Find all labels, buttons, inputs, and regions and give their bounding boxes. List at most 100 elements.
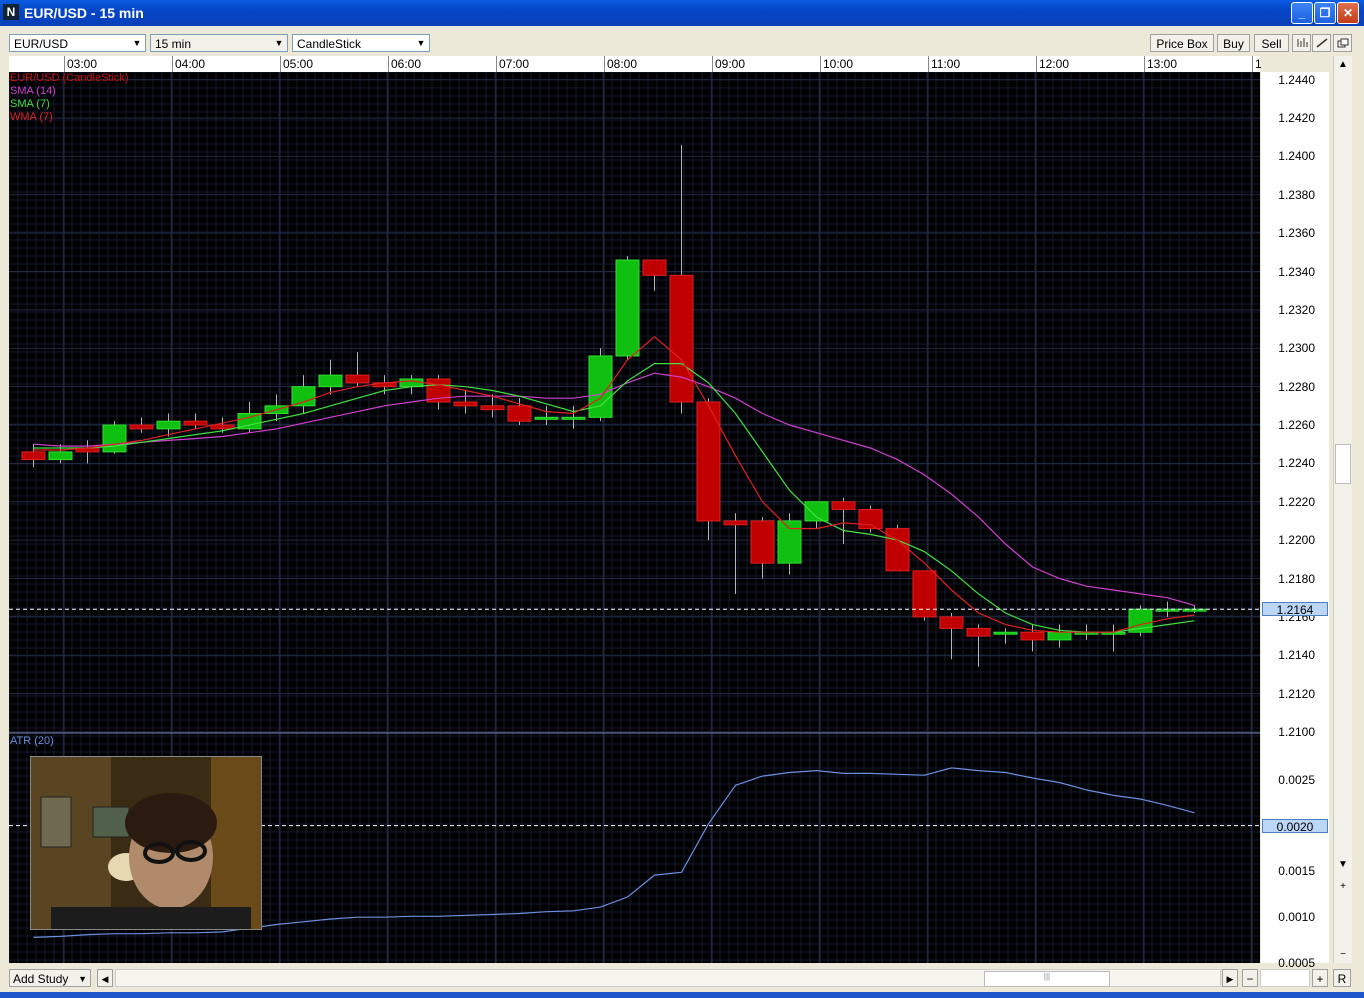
restore-button[interactable]: ❐ xyxy=(1314,2,1336,24)
zoom-in-icon[interactable]: + xyxy=(1334,878,1352,895)
symbol-select[interactable]: EUR/USD ▼ xyxy=(9,34,146,52)
candle-down xyxy=(21,451,46,461)
candle-down xyxy=(642,259,667,276)
legend-sma14: SMA (14) xyxy=(10,85,56,97)
atr-tick-label: 0.0010 xyxy=(1278,910,1315,925)
price-tick-label: 1.2400 xyxy=(1278,149,1315,164)
scroll-up-icon[interactable]: ▲ xyxy=(1334,56,1352,73)
candle-up xyxy=(399,378,424,388)
add-study-label: Add Study xyxy=(13,972,69,986)
price-tick-label: 1.2220 xyxy=(1278,494,1315,509)
zoom-slider[interactable] xyxy=(1260,969,1310,987)
candle-down xyxy=(723,520,748,526)
price-tick-label: 1.2260 xyxy=(1278,418,1315,433)
time-tick-label: 09:00 xyxy=(715,57,746,71)
reset-button[interactable]: R xyxy=(1333,969,1351,987)
time-tick-label: 11:00 xyxy=(931,57,961,71)
atr-current-box: 0.0020 xyxy=(1262,818,1328,834)
candle-down xyxy=(210,424,235,430)
vertical-scrollbar[interactable]: ▲ ▼ + − xyxy=(1333,56,1352,963)
interval-select[interactable]: 15 min ▼ xyxy=(150,34,288,52)
price-tick-label: 1.2360 xyxy=(1278,226,1315,241)
price-tick-label: 1.2180 xyxy=(1278,571,1315,586)
current-price-value: 1.2164 xyxy=(1276,603,1314,618)
atr-tick-label: 0.0015 xyxy=(1278,864,1315,879)
time-tick-label: 07:00 xyxy=(499,57,530,71)
candle-down xyxy=(507,405,532,422)
status-strip xyxy=(0,992,1364,998)
interval-value: 15 min xyxy=(155,37,192,51)
bar-chart-icon[interactable] xyxy=(1292,34,1311,52)
candle-down xyxy=(129,424,154,430)
horizontal-scrollbar[interactable]: ||| xyxy=(115,969,1221,987)
time-tick xyxy=(1036,56,1037,72)
price-tick-label: 1.2100 xyxy=(1278,725,1315,739)
price-tick-label: 1.2240 xyxy=(1278,456,1315,471)
candle-down xyxy=(858,508,883,530)
chevron-down-icon: ▼ xyxy=(78,974,87,984)
candle-up xyxy=(993,631,1018,635)
time-tick xyxy=(64,56,65,72)
price-tick-label: 1.2140 xyxy=(1278,648,1315,663)
time-tick xyxy=(928,56,929,72)
detach-window-icon[interactable] xyxy=(1333,34,1352,52)
scroll-down-icon[interactable]: ▼ xyxy=(1334,856,1352,873)
minimize-button[interactable]: _ xyxy=(1291,2,1313,24)
legend-sma7: SMA (7) xyxy=(10,98,50,110)
time-tick-label: 12:00 xyxy=(1039,57,1070,71)
legend-candlestick: EUR/USD (CandleStick) xyxy=(10,72,129,84)
candle-up xyxy=(534,416,559,420)
price-tick-label: 1.2280 xyxy=(1278,379,1315,394)
candle-down xyxy=(1020,631,1045,641)
line-draw-icon[interactable] xyxy=(1312,34,1331,52)
scroll-left-icon[interactable]: ◀ xyxy=(97,969,113,987)
scroll-right-icon[interactable]: ▶ xyxy=(1222,969,1238,987)
candle-up xyxy=(102,424,127,453)
time-tick xyxy=(388,56,389,72)
webcam-image xyxy=(31,757,261,929)
candle-down xyxy=(939,616,964,629)
price-box-button[interactable]: Price Box xyxy=(1150,34,1214,52)
time-tick xyxy=(1252,56,1253,72)
chart-style-select[interactable]: CandleStick ▼ xyxy=(292,34,430,52)
horizontal-scroll-thumb[interactable]: ||| xyxy=(984,971,1110,987)
time-tick xyxy=(604,56,605,72)
sell-button[interactable]: Sell xyxy=(1254,34,1289,52)
atr-tick-label: 0.0025 xyxy=(1278,772,1315,787)
price-tick-label: 1.2200 xyxy=(1278,533,1315,548)
time-tick-label: 05:00 xyxy=(283,57,314,71)
candle-down xyxy=(480,405,505,411)
candle-down xyxy=(183,420,208,426)
atr-current-value: 0.0020 xyxy=(1276,819,1314,834)
candle-down xyxy=(750,520,775,564)
zoom-out-icon[interactable]: − xyxy=(1334,946,1352,963)
candle-up xyxy=(804,501,829,522)
buy-button[interactable]: Buy xyxy=(1217,34,1250,52)
candle-up xyxy=(291,386,316,407)
zoom-in-button[interactable]: + xyxy=(1312,969,1328,987)
time-axis: 03:00 04:00 05:00 06:00 07:00 08:00 09:00 10:00… xyxy=(9,56,1262,73)
price-tick-label: 1.2380 xyxy=(1278,187,1315,202)
current-price-box: 1.2164 xyxy=(1262,602,1328,618)
zoom-out-button[interactable]: − xyxy=(1242,969,1258,987)
time-tick-label: 04:00 xyxy=(175,57,206,71)
symbol-value: EUR/USD xyxy=(14,37,69,51)
candle-up xyxy=(561,416,586,420)
candle-up xyxy=(777,520,802,564)
price-tick-label: 1.2300 xyxy=(1278,341,1315,356)
candle-down xyxy=(912,570,937,618)
bottom-bar: Add Study ▼ ◀ ||| ▶ − + R xyxy=(0,966,1364,990)
window-title: EUR/USD - 15 min xyxy=(24,5,144,21)
candle-up xyxy=(318,374,343,388)
candle-down xyxy=(966,627,991,637)
price-tick-label: 1.2320 xyxy=(1278,302,1315,317)
time-tick-label: 08:00 xyxy=(607,57,638,71)
candle-up xyxy=(48,451,73,461)
vertical-scroll-thumb[interactable] xyxy=(1335,444,1351,484)
close-button[interactable]: ✕ xyxy=(1337,2,1359,24)
chevron-down-icon: ▼ xyxy=(274,38,284,48)
time-tick-label: 13:00 xyxy=(1147,57,1178,71)
time-tick xyxy=(496,56,497,72)
time-tick-label: 03:00 xyxy=(67,57,98,71)
add-study-button[interactable]: Add Study ▼ xyxy=(9,969,91,987)
